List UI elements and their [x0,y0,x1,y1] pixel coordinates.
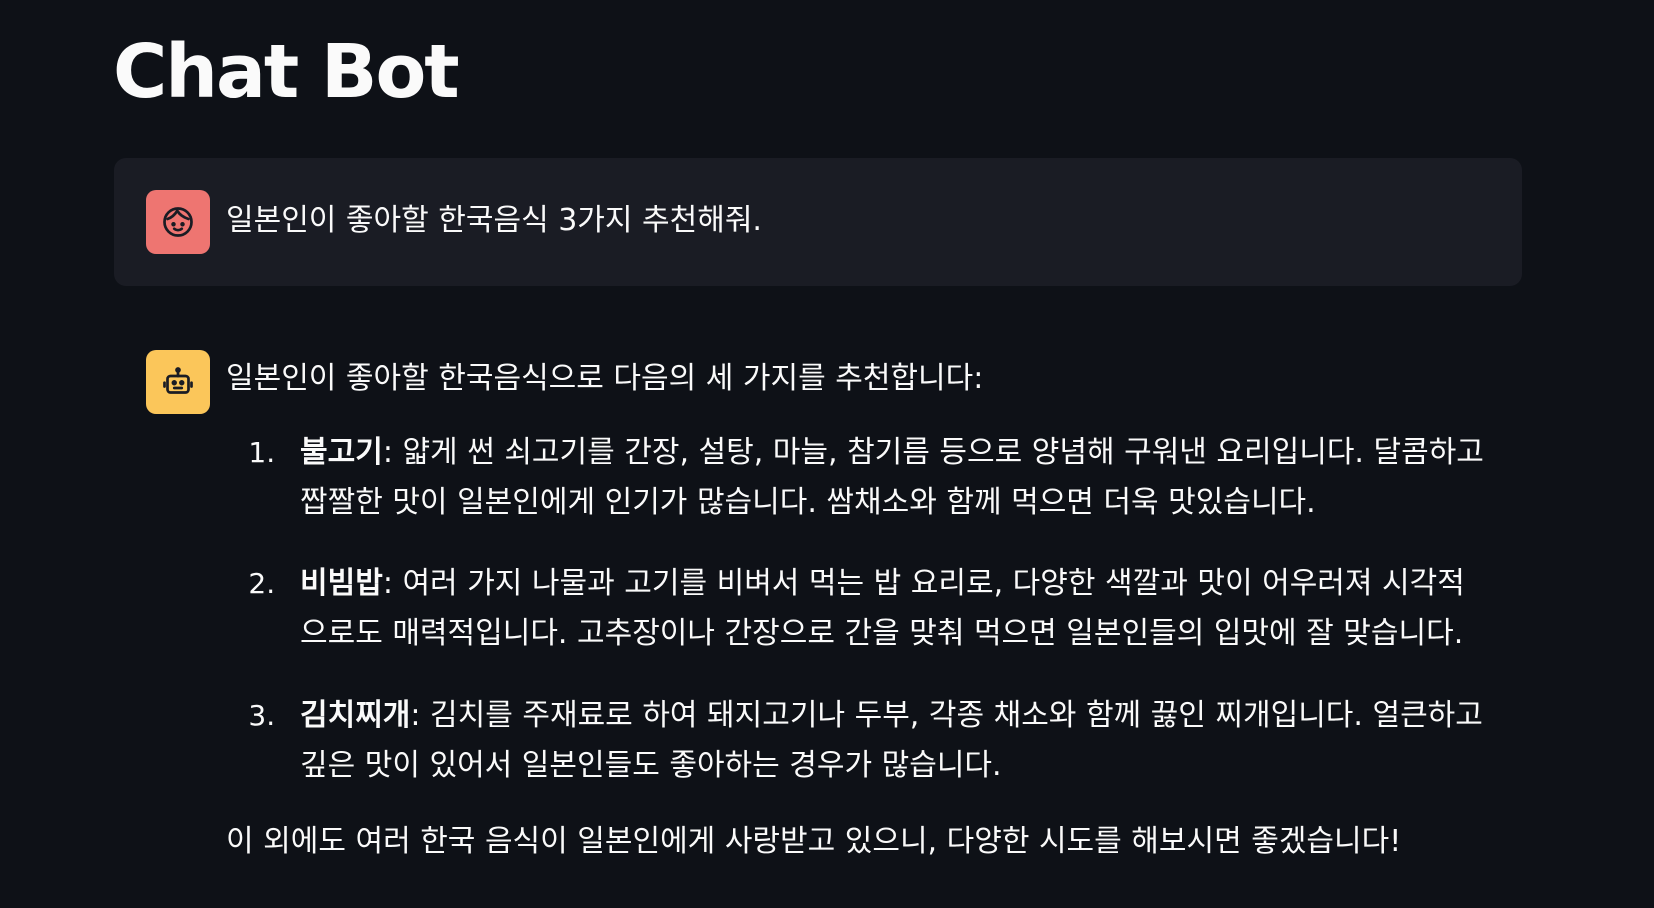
recommendation-list: 불고기: 얇게 썬 쇠고기를 간장, 설탕, 마늘, 참기름 등으로 양념해 구… [226,428,1490,791]
list-item: 김치찌개: 김치를 주재료로 하여 돼지고기나 두부, 각종 채소와 함께 끓인… [284,691,1490,791]
list-item: 불고기: 얇게 썬 쇠고기를 간장, 설탕, 마늘, 참기름 등으로 양념해 구… [284,428,1490,528]
page-title: Chat Bot [113,29,460,115]
user-message: 일본인이 좋아할 한국음식 3가지 추천해줘. [114,158,1522,286]
face-icon [163,207,193,237]
item-desc: : 얇게 썬 쇠고기를 간장, 설탕, 마늘, 참기름 등으로 양념해 구워낸 … [300,434,1484,520]
list-item: 비빔밥: 여러 가지 나물과 고기를 비벼서 먹는 밥 요리로, 다양한 색깔과… [284,559,1490,659]
assistant-avatar [146,350,210,414]
item-name: 김치찌개 [300,697,411,733]
item-name: 비빔밥 [300,566,383,602]
robot-icon [163,367,193,394]
assistant-closing: 이 외에도 여러 한국 음식이 일본인에게 사랑받고 있으니, 다양한 시도를 … [226,823,1402,859]
assistant-intro: 일본인이 좋아할 한국음식으로 다음의 세 가지를 추천합니다: [226,361,984,396]
item-desc: : 여러 가지 나물과 고기를 비벼서 먹는 밥 요리로, 다양한 색깔과 맛이… [300,566,1465,652]
user-message-text: 일본인이 좋아할 한국음식 3가지 추천해줘. [226,203,762,238]
user-avatar [146,190,210,254]
assistant-message: 일본인이 좋아할 한국음식으로 다음의 세 가지를 추천합니다: 불고기: 얇게… [114,318,1522,898]
assistant-message-body: 일본인이 좋아할 한국음식으로 다음의 세 가지를 추천합니다: 불고기: 얇게… [226,350,1490,866]
item-name: 불고기 [300,434,383,470]
item-desc: : 김치를 주재료로 하여 돼지고기나 두부, 각종 채소와 함께 끓인 찌개입… [300,697,1483,783]
